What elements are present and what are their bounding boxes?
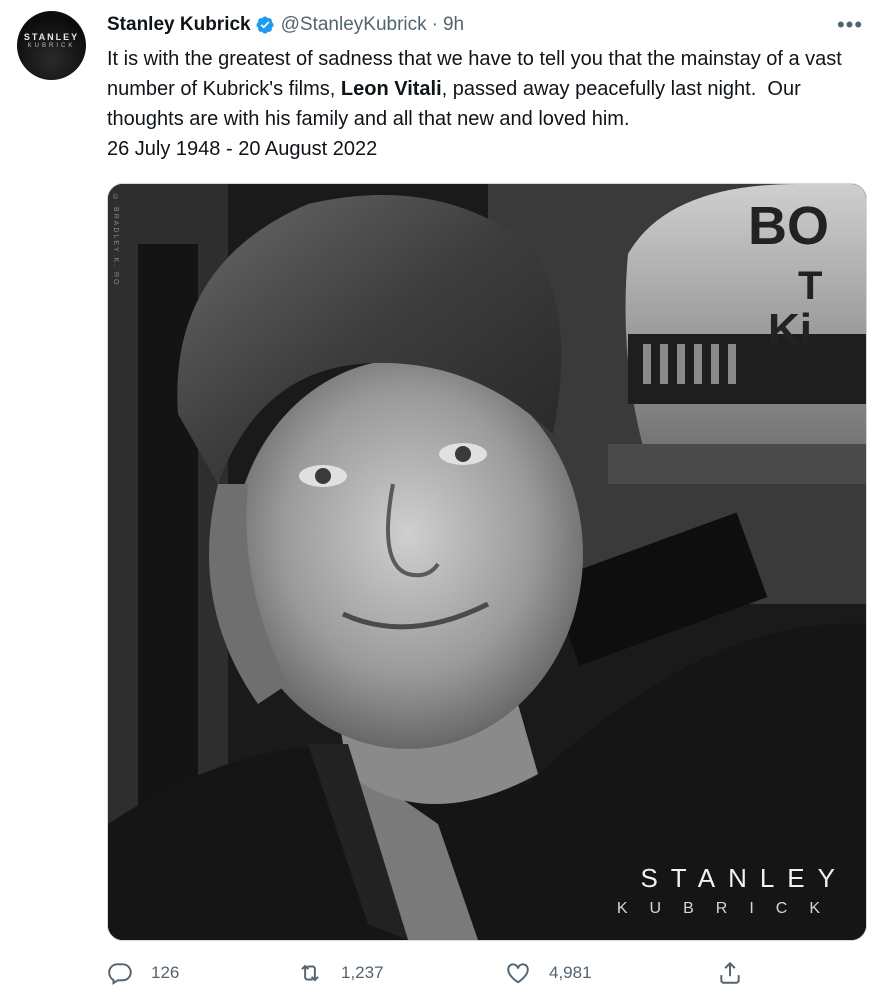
retweet-icon (301, 964, 319, 982)
avatar-text-line1: STANLEY (23, 32, 80, 42)
svg-text:BO: BO (748, 196, 829, 256)
verified-badge-icon (255, 15, 275, 35)
svg-text:Ki: Ki (768, 305, 812, 354)
tweet-text: It is with the greatest of sadness that … (107, 44, 867, 164)
svg-text:T: T (798, 264, 822, 308)
reply-count: 126 (151, 963, 180, 982)
avatar-text-line2: KUBRICK (27, 43, 76, 49)
author-handle[interactable]: @StanleyKubrick (281, 14, 427, 36)
watermark-stanley: STANLEY (640, 863, 848, 893)
retweet-button[interactable]: 1,237 (297, 955, 384, 991)
author-name[interactable]: Stanley Kubrick (107, 14, 251, 36)
tweet-header: Stanley Kubrick @StanleyKubrick · 9h (107, 12, 865, 38)
like-button[interactable]: 4,981 (505, 955, 592, 991)
tweet-photo[interactable]: BO T Ki © BRADLEY K. RO STANLEY KUBRICK (107, 183, 867, 941)
avatar[interactable]: STANLEY KUBRICK (17, 11, 86, 80)
separator-dot: · (431, 14, 438, 35)
more-options-icon[interactable]: ••• (835, 12, 865, 38)
reply-icon (108, 963, 132, 986)
share-button[interactable] (717, 955, 761, 991)
tweet-timestamp[interactable]: 9h (443, 14, 464, 36)
like-count: 4,981 (549, 963, 592, 982)
heart-icon (507, 963, 529, 984)
watermark-kubrick: KUBRICK (616, 900, 842, 917)
tweet-text-mention-name: Leon Vitali (340, 78, 442, 100)
retweet-count: 1,237 (341, 963, 384, 982)
tweet-actions-bar: 126 1,237 4,981 (107, 955, 867, 991)
photo-credit: © BRADLEY K. RO (112, 194, 119, 287)
share-icon (720, 961, 740, 984)
portrait-illustration: BO T Ki (108, 184, 866, 940)
reply-button[interactable]: 126 (107, 955, 179, 991)
